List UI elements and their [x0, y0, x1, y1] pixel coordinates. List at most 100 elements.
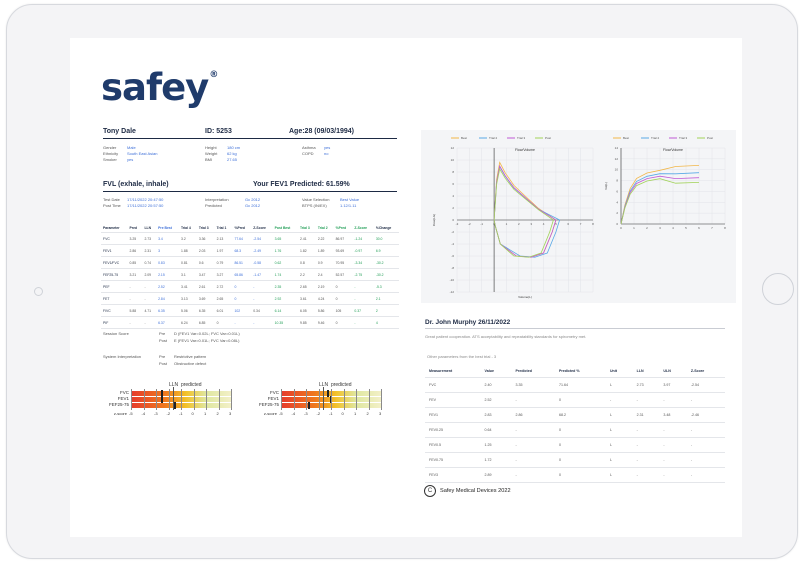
column-header: Trial 2: [317, 225, 328, 230]
table-cell: 0.6: [198, 260, 204, 265]
table-cell: 6.05: [300, 308, 307, 313]
zscore-gridline: [218, 389, 219, 410]
table-cell: -: [636, 443, 638, 447]
table-row: PEF - - 2.52 3.41 2.61 2.72 0 - 2.35 2.65 2.19 0 - -5.…: [101, 281, 399, 293]
zscore-gridline: [306, 389, 307, 410]
x-tick-label: 6: [698, 226, 700, 230]
divider: [103, 191, 397, 192]
x-tick-label: 7: [711, 226, 713, 230]
x-tick-label: 6: [567, 222, 569, 226]
table-cell: -: [515, 443, 517, 447]
column-header: Unit: [609, 369, 617, 373]
table-cell: FEV1: [429, 413, 438, 417]
table-cell: 68.2: [559, 413, 566, 417]
table-cell: 30.0: [375, 236, 383, 241]
fvl-title: FVL (exhale, inhale): [103, 181, 169, 188]
report-page: safey® Tony Dale ID: 5253 Age:28 (09/03/…: [70, 38, 742, 537]
table-cell: FIVC: [103, 308, 111, 313]
table-cell: FVC: [429, 383, 437, 387]
table-cell: 71.64: [559, 383, 568, 387]
table-cell: -: [636, 473, 638, 477]
column-header: Z-Score: [253, 225, 266, 230]
column-header: Measurement: [429, 369, 453, 373]
table-cell: 2.52: [484, 398, 492, 402]
table-cell: 105: [335, 308, 342, 313]
demographics: Gender Male Ethnicity South East Asian Smo…: [103, 145, 158, 162]
zscore-tick: -1: [329, 411, 333, 416]
table-cell: 3.47: [198, 272, 206, 277]
table-cell: -: [663, 428, 665, 432]
table-cell: 2.09: [144, 272, 152, 277]
table-cell: -: [636, 428, 638, 432]
table-cell: 6.85: [198, 320, 206, 325]
table-cell: -: [144, 296, 146, 301]
y-tick-label: -6: [451, 254, 454, 258]
table-cell: 102: [234, 308, 241, 313]
table-cell: 0: [234, 296, 237, 301]
table-cell: 3.4: [158, 236, 163, 241]
home-button[interactable]: [762, 273, 794, 305]
table-cell: FEV0.75: [429, 458, 443, 462]
legend-label: Trial 3: [517, 136, 526, 140]
y-tick-label: 2: [452, 206, 454, 210]
table-cell: 2.4: [317, 272, 323, 277]
y-axis-label: Vol(L): [604, 182, 608, 190]
chart-title: Flow/Volume: [663, 148, 683, 152]
y-tick-label: -12: [450, 290, 455, 294]
table-cell: 3.35: [515, 383, 523, 387]
table-cell: 2.41: [300, 236, 307, 241]
table-cell: 5.88: [129, 308, 137, 313]
table-cell: 1.74: [274, 272, 282, 277]
table-cell: 0.37: [354, 308, 362, 313]
zscore-gridline: [381, 389, 382, 410]
test-info-right: Value Selection Best Value BTPS (IN/EX) 1.…: [302, 197, 360, 208]
table-cell: 2.73: [636, 383, 644, 387]
table-cell: 1.72: [484, 458, 492, 462]
flow-curve: [493, 161, 557, 258]
table-cell: -: [253, 320, 255, 325]
zscore-tick: 2: [366, 411, 369, 416]
zscore-gridline: [143, 389, 144, 410]
column-header: LLN: [636, 369, 644, 373]
x-tick-label: 4: [543, 222, 545, 226]
table-cell: 2.22: [317, 236, 325, 241]
table-cell: 86.51: [234, 260, 243, 265]
table-cell: -: [663, 473, 665, 477]
x-tick-label: 7: [580, 222, 582, 226]
zscore-axis-label: z-score: [263, 411, 277, 416]
column-header: Predicted %: [559, 369, 580, 373]
table-cell: 6.14: [274, 308, 282, 313]
table-row: FEV 2.52 - 0 - - - -: [425, 393, 725, 408]
table-cell: 0.83: [158, 260, 165, 265]
zscore-tick: -2: [316, 411, 321, 416]
table-cell: 3.21: [129, 272, 137, 277]
table-cell: -: [129, 320, 131, 325]
column-header: ULN: [663, 369, 671, 373]
table-cell: -: [515, 398, 517, 402]
table-cell: -: [253, 284, 255, 289]
zscore-gridline: [318, 389, 319, 410]
table-cell: 3.48: [663, 413, 671, 417]
x-tick-label: 3: [659, 226, 661, 230]
column-header: %Pred: [234, 225, 246, 230]
table-cell: 0.62: [274, 260, 282, 265]
table-cell: L: [609, 428, 612, 432]
predicted-label: predicted: [330, 382, 352, 388]
other-params-table: Measurement Value Predicted Predicted % Unit…: [425, 365, 725, 483]
table-cell: -2.54: [690, 383, 700, 387]
table-cell: -: [515, 458, 517, 462]
column-header: Value: [484, 369, 494, 373]
table-cell: 9.46: [317, 320, 325, 325]
session-score: Session Score Pre D (FEV1 Var=0.02L; FVC V…: [103, 331, 240, 343]
table-cell: 2.19: [317, 284, 325, 289]
y-tick-label: 10: [451, 158, 455, 162]
zscore-tick: -2: [166, 411, 171, 416]
table-cell: 3.25: [129, 236, 137, 241]
table-cell: 2.72: [216, 284, 224, 289]
table-cell: 2.65: [216, 296, 224, 301]
table-row: FEF25-75 3.21 2.09 2.15 3.1 3.47 3.27 65.86 -1.4…: [101, 269, 399, 281]
zscore-marker: [174, 402, 177, 409]
table-cell: L: [609, 443, 612, 447]
table-row: FET - - 2.84 3.13 3.69 2.65 0 - 2.92 3.61 4.24 0 - 2.1: [101, 293, 399, 305]
column-header: %Pred: [335, 225, 347, 230]
